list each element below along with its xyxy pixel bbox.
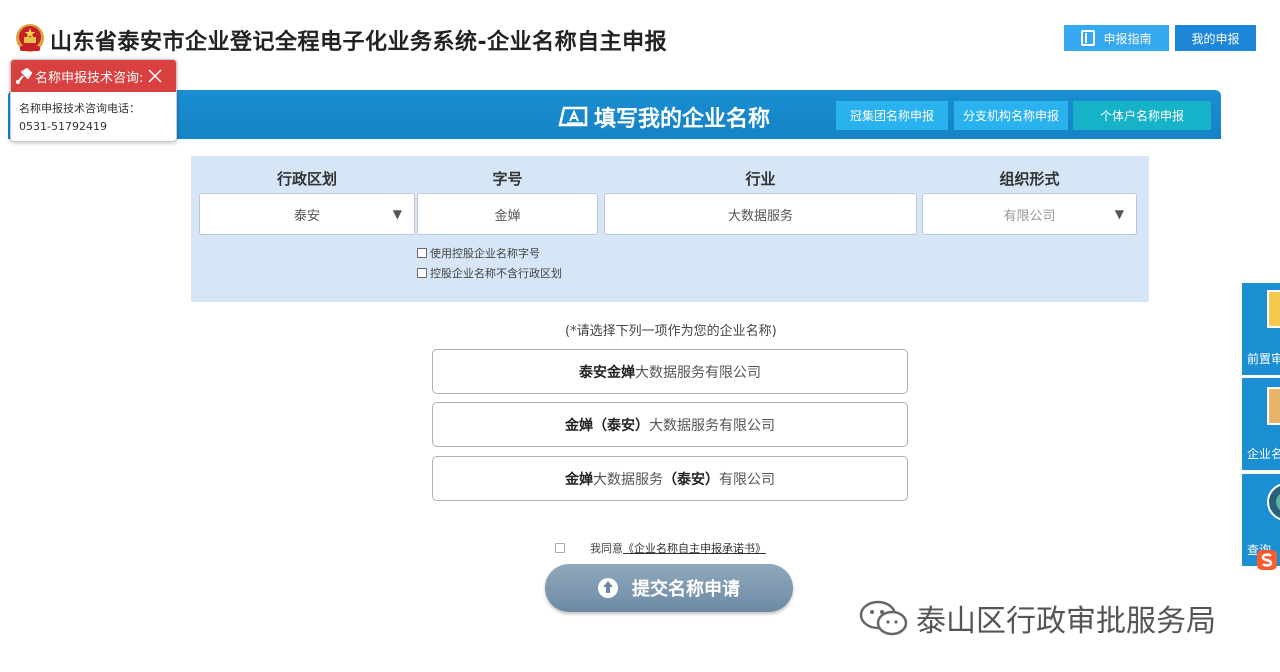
org-form-label: 组织形式 — [999, 170, 1060, 188]
upload-icon — [598, 578, 618, 598]
side-widget-company-name[interactable]: 企业名称 — [1242, 378, 1280, 470]
consult-body: 名称申报技术咨询电话： 0531-51792419 — [11, 92, 176, 136]
tab-group-name[interactable]: 冠集团名称申报 — [836, 101, 948, 130]
wechat-icon — [859, 600, 908, 636]
name-option-2[interactable]: 金婵（泰安） 大数据服务有限公司 — [432, 402, 908, 447]
industry-input[interactable]: 大数据服务 — [604, 193, 917, 235]
side-label: 企业名称 — [1247, 447, 1280, 461]
band-title: 填写我的企业名称 — [556, 101, 770, 133]
national-emblem-icon — [16, 24, 44, 52]
option-bold: （泰安） — [663, 471, 719, 488]
option-normal: 有限公司 — [719, 471, 775, 488]
checkbox-label: 控股企业名称不含行政区划 — [430, 267, 562, 280]
sogou-input-icon[interactable] — [1256, 549, 1278, 571]
clipboard-icon — [1267, 290, 1280, 328]
guide-label: 申报指南 — [1103, 31, 1152, 46]
option-normal: 大数据服务 — [593, 471, 663, 488]
consult-line: 名称申报技术咨询电话： — [19, 102, 140, 115]
watermark-text: 泰山区行政审批服务局 — [916, 604, 1216, 639]
side-widget-prior-approval[interactable]: 前置审批 — [1242, 283, 1280, 375]
book-icon — [1081, 30, 1096, 46]
globe-icon — [1267, 483, 1280, 521]
consult-header: 名称申报技术咨询: — [11, 60, 176, 92]
dropdown-arrow-icon: ▼ — [1114, 207, 1124, 221]
consult-popup: 名称申报技术咨询: 名称申报技术咨询电话： 0531-51792419 — [10, 59, 177, 142]
watermark: 泰山区行政审批服务局 — [858, 596, 1216, 640]
my-apply-button[interactable]: 我的申报 — [1175, 25, 1256, 51]
guide-button[interactable]: 申报指南 — [1064, 25, 1169, 51]
document-icon — [1267, 387, 1280, 425]
side-label: 前置审批 — [1247, 352, 1280, 366]
choose-hint: (*请选择下列一项作为您的企业名称) — [565, 324, 777, 339]
option-bold: 金婵 — [565, 471, 593, 488]
org-form-select[interactable]: 有限公司 ▼ — [922, 193, 1137, 235]
use-parent-brand-option[interactable]: 使用控股企业名称字号 — [417, 245, 540, 261]
checkbox-label: 使用控股企业名称字号 — [430, 247, 540, 260]
brand-input[interactable]: 金婵 — [417, 193, 598, 235]
page-title: 山东省泰安市企业登记全程电子化业务系统-企业名称自主申报 — [50, 30, 668, 55]
region-label: 行政区划 — [276, 170, 337, 188]
brand-label: 字号 — [492, 170, 523, 188]
microphone-icon — [16, 68, 32, 84]
dropdown-arrow-icon: ▼ — [392, 207, 402, 221]
name-option-1[interactable]: 泰安金婵 大数据服务有限公司 — [432, 349, 908, 394]
checkbox[interactable] — [417, 248, 427, 258]
consult-title: 名称申报技术咨询: — [35, 70, 144, 86]
name-option-3[interactable]: 金婵 大数据服务 （泰安） 有限公司 — [432, 456, 908, 501]
tab-branch-name[interactable]: 分支机构名称申报 — [954, 101, 1068, 130]
industry-label: 行业 — [745, 170, 776, 188]
close-icon[interactable] — [146, 67, 164, 85]
consult-phone: 0531-51792419 — [19, 120, 107, 133]
region-select[interactable]: 泰安 ▼ — [199, 193, 415, 235]
option-bold: 泰安金婵 — [579, 364, 635, 381]
band-title-text: 填写我的企业名称 — [594, 107, 771, 132]
submit-button[interactable]: 提交名称申请 — [545, 564, 793, 612]
option-normal: 大数据服务有限公司 — [649, 417, 775, 434]
org-form-value: 有限公司 — [1003, 208, 1056, 224]
agree-checkbox[interactable] — [555, 543, 565, 553]
submit-label: 提交名称申请 — [632, 579, 740, 600]
commitment-link[interactable]: 《企业名称自主申报承诺书》 — [623, 540, 766, 556]
option-normal: 大数据服务有限公司 — [635, 364, 761, 381]
checkbox[interactable] — [417, 268, 427, 278]
agree-row: 我同意 《企业名称自主申报承诺书》 — [555, 540, 766, 556]
parent-no-region-option[interactable]: 控股企业名称不含行政区划 — [417, 265, 562, 281]
region-value: 泰安 — [293, 208, 320, 224]
form-icon — [558, 106, 588, 127]
agree-prefix: 我同意 — [590, 542, 623, 555]
option-bold: 金婵（泰安） — [565, 417, 649, 434]
tab-individual-name[interactable]: 个体户名称申报 — [1073, 101, 1211, 130]
